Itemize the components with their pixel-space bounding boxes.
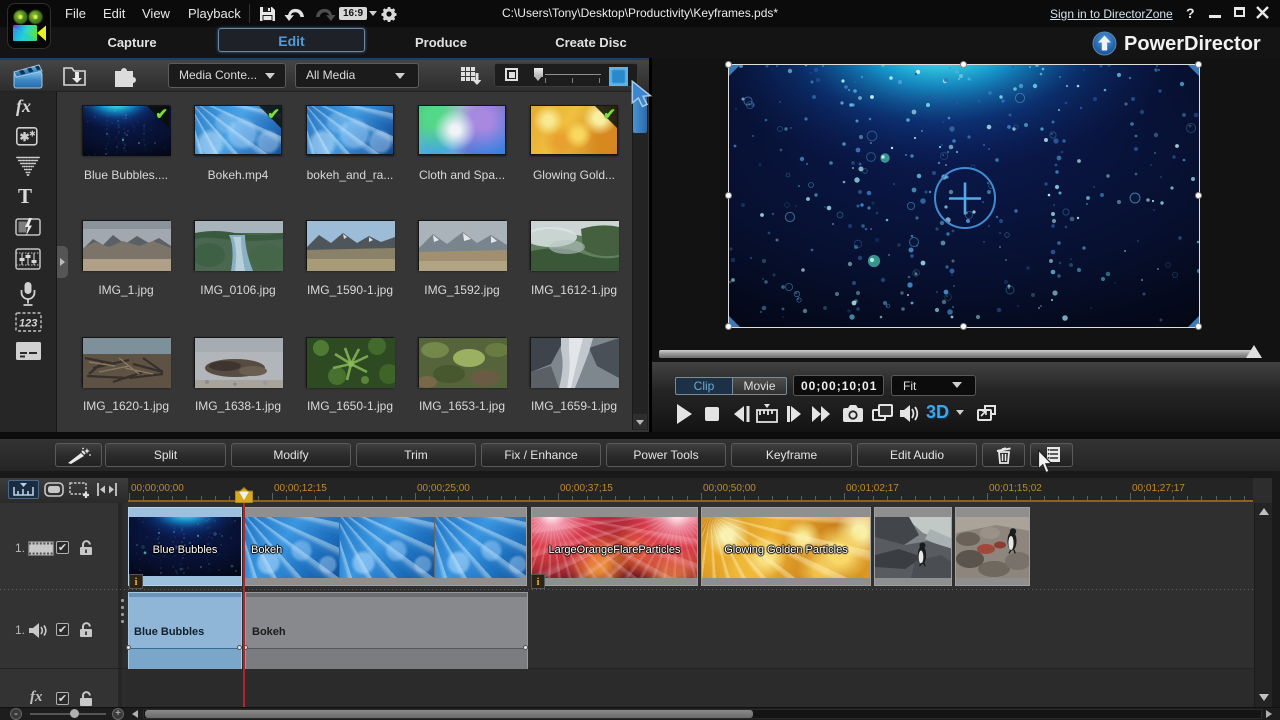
svg-text:✱: ✱ — [29, 130, 36, 139]
svg-text:123: 123 — [19, 318, 37, 330]
